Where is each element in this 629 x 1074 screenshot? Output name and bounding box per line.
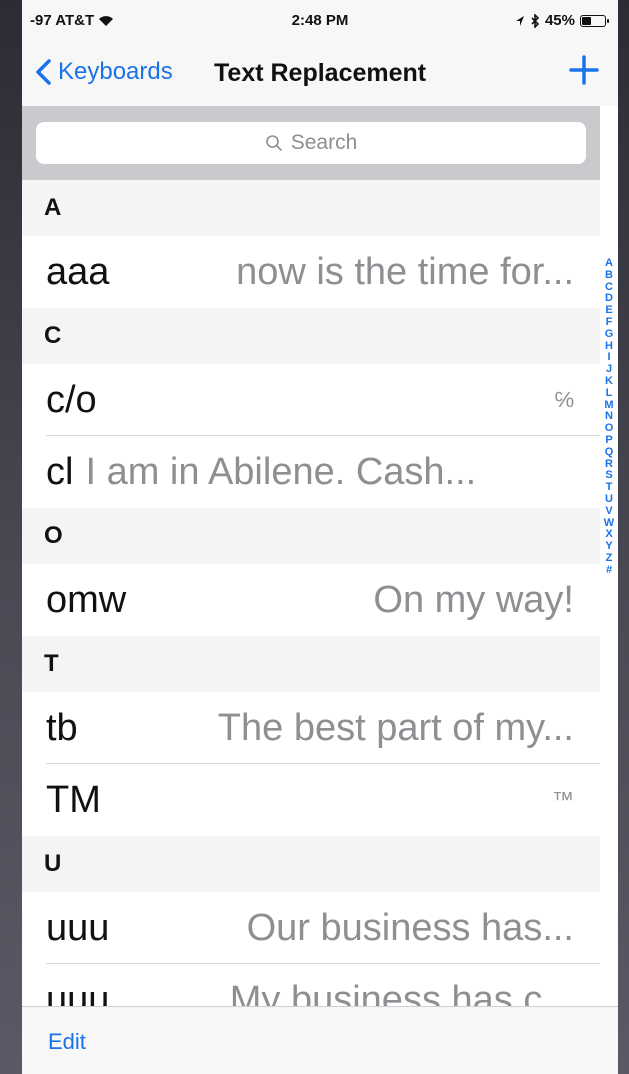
section-header-c: C bbox=[22, 308, 600, 364]
shortcut-text: cl bbox=[46, 450, 74, 493]
phrase-text: My business has c... bbox=[229, 978, 574, 1007]
shortcut-text: uuu bbox=[46, 906, 110, 949]
chevron-left-icon bbox=[36, 59, 51, 85]
shortcut-text: omw bbox=[46, 578, 127, 621]
shortcut-text: tb bbox=[46, 706, 78, 749]
replacement-list: A aaa now is the time for... C c/o ℅ cl … bbox=[22, 180, 600, 1006]
edit-button[interactable]: Edit bbox=[48, 1029, 86, 1055]
page-title: Text Replacement bbox=[214, 59, 427, 87]
shortcut-text: c/o bbox=[46, 378, 97, 421]
phrase-text: ℅ bbox=[554, 387, 574, 412]
index-letter[interactable]: G bbox=[605, 328, 614, 341]
section-header-u: U bbox=[22, 836, 600, 892]
section-header-a: A bbox=[22, 180, 600, 236]
phone-screen: -97 AT&T 2:48 PM 45% Keyboards Text Repl… bbox=[22, 0, 618, 1074]
battery-percent: 45% bbox=[544, 12, 575, 29]
index-letter[interactable]: P bbox=[605, 434, 612, 447]
phrase-text: now is the time for... bbox=[236, 250, 574, 293]
phrase-text: I am in Abilene. Cash... bbox=[85, 450, 477, 493]
back-label: Keyboards bbox=[58, 58, 173, 85]
battery-fill bbox=[582, 16, 591, 25]
index-letter[interactable]: V bbox=[605, 505, 612, 518]
phrase-text: On my way! bbox=[373, 578, 574, 621]
section-header-t: T bbox=[22, 636, 600, 692]
phrase-text: Our business has... bbox=[246, 906, 574, 949]
shortcut-text: TM bbox=[46, 778, 101, 821]
list-item[interactable]: uuu Our business has... bbox=[22, 892, 600, 964]
navigation-bar: Keyboards Text Replacement bbox=[22, 44, 618, 106]
section-index[interactable]: A B C D E F G H I J K L M N O P Q R S T U V W X Y Z # bbox=[602, 257, 616, 577]
list-item[interactable]: c/o ℅ bbox=[22, 364, 600, 436]
index-letter[interactable]: Z bbox=[606, 552, 613, 565]
status-right: 45% bbox=[515, 12, 609, 29]
shortcut-text: aaa bbox=[46, 250, 110, 293]
add-button[interactable] bbox=[568, 54, 600, 86]
search-placeholder: Search bbox=[290, 131, 358, 154]
list-item[interactable]: omw On my way! bbox=[22, 564, 600, 636]
index-letter[interactable]: K bbox=[605, 375, 613, 388]
list-item[interactable]: cl I am in Abilene. Cash... bbox=[22, 436, 600, 508]
phrase-text: ™ bbox=[552, 787, 574, 812]
list-item[interactable]: aaa now is the time for... bbox=[22, 236, 600, 308]
shortcut-text: uuu bbox=[46, 978, 110, 1007]
battery-icon bbox=[580, 14, 609, 27]
index-letter[interactable]: # bbox=[606, 564, 612, 577]
list-item[interactable]: TM ™ bbox=[22, 764, 600, 836]
list-item[interactable]: tb The best part of my... bbox=[22, 692, 600, 764]
section-header-o: O bbox=[22, 508, 600, 564]
phrase-text: The best part of my... bbox=[217, 706, 574, 749]
index-letter[interactable]: L bbox=[606, 387, 613, 400]
index-letter[interactable]: U bbox=[605, 493, 613, 506]
location-arrow-icon bbox=[515, 15, 524, 26]
index-letter[interactable]: B bbox=[605, 269, 613, 282]
index-letter[interactable]: Q bbox=[605, 446, 614, 459]
bluetooth-icon bbox=[531, 13, 540, 28]
list-item[interactable]: uuu My business has c... bbox=[22, 964, 600, 1006]
index-letter[interactable]: F bbox=[606, 316, 613, 329]
bottom-toolbar: Edit bbox=[22, 1006, 618, 1074]
search-input[interactable]: Search bbox=[36, 122, 586, 164]
search-bar: Search bbox=[22, 106, 600, 180]
status-bar: -97 AT&T 2:48 PM 45% bbox=[22, 0, 618, 44]
search-icon bbox=[265, 135, 282, 151]
back-button[interactable]: Keyboards bbox=[34, 58, 173, 86]
